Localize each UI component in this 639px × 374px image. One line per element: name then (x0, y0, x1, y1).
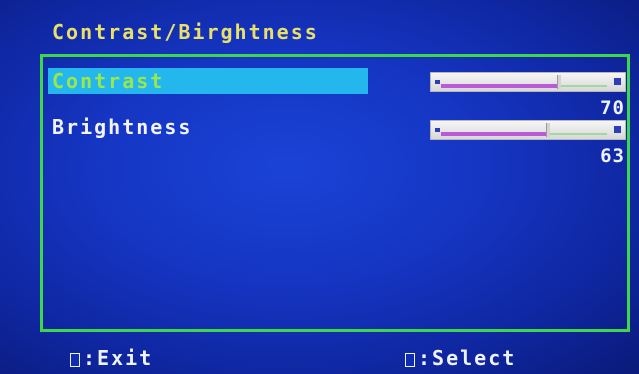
select-hint[interactable]: :Select (405, 346, 516, 370)
slider-left-marker-icon (435, 128, 440, 132)
colon-separator: : (418, 346, 433, 370)
slider-right-marker-icon (614, 126, 621, 133)
exit-hint[interactable]: :Exit (70, 346, 153, 370)
contrast-value: 70 (600, 97, 625, 119)
contrast-slider-thumb[interactable] (557, 75, 561, 89)
menu-title: Contrast/Birghtness (52, 20, 319, 44)
brightness-value: 63 (600, 145, 625, 167)
slider-right-marker-icon (614, 78, 621, 85)
settings-panel (40, 54, 630, 332)
select-label: Select (432, 346, 517, 370)
contrast-label[interactable]: Contrast (48, 68, 368, 94)
osd-screen: Contrast/Birghtness Contrast 70 Brightne… (0, 0, 639, 374)
select-key-icon (405, 352, 415, 367)
menu-key-icon (70, 352, 80, 367)
brightness-slider-fill (441, 132, 546, 136)
contrast-slider[interactable] (430, 72, 626, 92)
brightness-slider[interactable] (430, 120, 626, 140)
brightness-slider-thumb[interactable] (546, 123, 550, 137)
slider-left-marker-icon (435, 80, 440, 84)
exit-label: Exit (97, 346, 154, 370)
contrast-slider-fill (441, 84, 557, 88)
brightness-label[interactable]: Brightness (48, 114, 192, 140)
colon-separator: : (83, 346, 98, 370)
